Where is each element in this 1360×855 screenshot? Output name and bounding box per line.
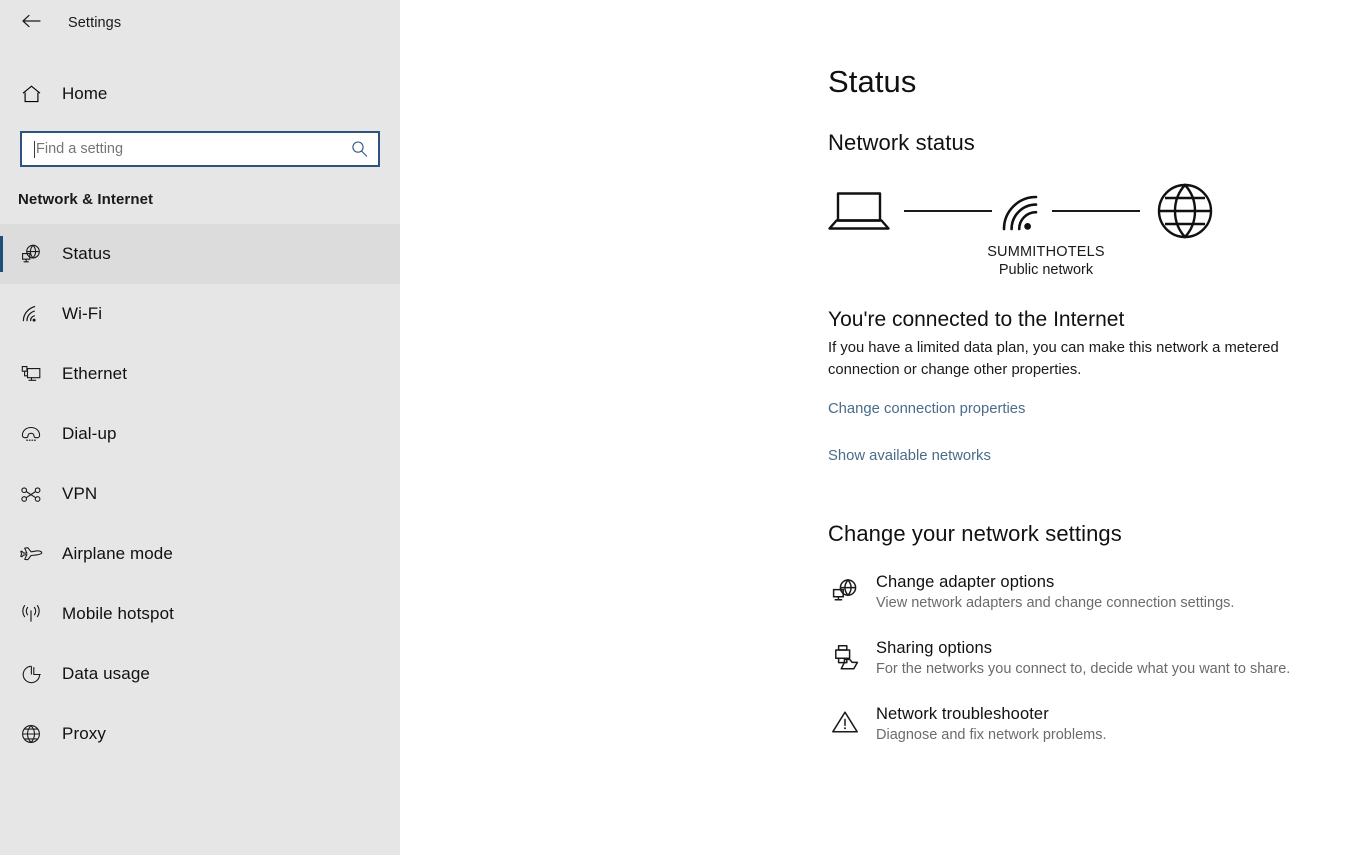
sidebar-item-label: Airplane mode: [62, 544, 173, 564]
sidebar-item-label: VPN: [62, 484, 97, 504]
home-icon: [16, 84, 46, 104]
sidebar-item-mobile-hotspot[interactable]: Mobile hotspot: [0, 584, 400, 644]
settings-window: Settings Home Find a setting: [0, 0, 1360, 855]
wifi-icon: [16, 304, 46, 324]
telephone-icon: [16, 425, 46, 443]
main-content: Status Network status: [400, 0, 1360, 855]
vpn-nodes-icon: [16, 484, 46, 504]
setting-sharing-options[interactable]: Sharing options For the networks you con…: [828, 639, 1360, 677]
change-connection-properties-link[interactable]: Change connection properties: [828, 401, 1025, 417]
sidebar-item-status[interactable]: Status: [0, 224, 400, 284]
show-available-networks-link[interactable]: Show available networks: [828, 448, 991, 464]
sidebar-item-label: Wi-Fi: [62, 304, 102, 324]
connection-line-left: [904, 210, 992, 212]
sidebar-item-label: Mobile hotspot: [62, 604, 174, 624]
globe-monitor-icon: [16, 243, 46, 265]
sidebar-item-label: Dial-up: [62, 424, 117, 444]
sidebar-item-label: Ethernet: [62, 364, 127, 384]
setting-network-troubleshooter[interactable]: Network troubleshooter Diagnose and fix …: [828, 705, 1360, 743]
laptop-icon: [828, 188, 890, 234]
connection-heading: You're connected to the Internet: [828, 308, 1360, 332]
network-status-heading: Network status: [828, 130, 1360, 156]
sidebar-item-airplane-mode[interactable]: Airplane mode: [0, 524, 400, 584]
setting-subtitle: Diagnose and fix network problems.: [876, 727, 1107, 743]
title-bar: Settings: [0, 0, 400, 46]
sidebar-nav: Status Wi-Fi: [0, 224, 400, 764]
sidebar-item-data-usage[interactable]: Data usage: [0, 644, 400, 704]
printer-folder-icon: [828, 639, 862, 671]
sidebar-item-dial-up[interactable]: Dial-up: [0, 404, 400, 464]
sidebar-item-home-label: Home: [62, 84, 107, 104]
network-diagram: SUMMITHOTELS Public network: [828, 176, 1248, 286]
app-title: Settings: [68, 15, 121, 31]
wifi-signal-icon: [998, 187, 1046, 235]
setting-title: Change adapter options: [876, 573, 1234, 592]
network-name: SUMMITHOTELS: [946, 244, 1146, 260]
sidebar-item-label: Data usage: [62, 664, 150, 684]
warning-triangle-icon: [828, 705, 862, 735]
connection-description: If you have a limited data plan, you can…: [828, 338, 1298, 382]
sidebar-item-label: Status: [62, 244, 111, 264]
globe-icon: [16, 723, 46, 745]
text-caret: [34, 141, 35, 158]
sidebar-item-proxy[interactable]: Proxy: [0, 704, 400, 764]
setting-title: Network troubleshooter: [876, 705, 1107, 724]
sidebar: Settings Home Find a setting: [0, 0, 400, 855]
search-input[interactable]: Find a setting: [20, 131, 380, 167]
hotspot-icon: [16, 604, 46, 624]
back-button[interactable]: [16, 8, 46, 38]
search-placeholder: Find a setting: [36, 141, 123, 157]
pie-chart-icon: [16, 664, 46, 685]
sidebar-item-wi-fi[interactable]: Wi-Fi: [0, 284, 400, 344]
ethernet-icon: [16, 364, 46, 384]
sidebar-item-vpn[interactable]: VPN: [0, 464, 400, 524]
setting-text: Sharing options For the networks you con…: [876, 639, 1290, 677]
setting-change-adapter-options[interactable]: Change adapter options View network adap…: [828, 573, 1360, 611]
page-title: Status: [828, 66, 1360, 97]
search-container: Find a setting: [20, 131, 380, 167]
setting-text: Change adapter options View network adap…: [876, 573, 1234, 611]
network-caption: SUMMITHOTELS Public network: [946, 244, 1146, 278]
network-type: Public network: [946, 262, 1146, 278]
connection-line-right: [1052, 210, 1140, 212]
globe-monitor-icon: [828, 573, 862, 605]
search-icon[interactable]: [351, 141, 368, 158]
airplane-icon: [16, 544, 46, 564]
globe-icon: [1154, 180, 1216, 242]
sidebar-item-home[interactable]: Home: [0, 73, 400, 115]
change-settings-heading: Change your network settings: [828, 521, 1360, 547]
back-arrow-icon: [22, 14, 41, 33]
network-settings-list: Change adapter options View network adap…: [828, 573, 1360, 743]
setting-text: Network troubleshooter Diagnose and fix …: [876, 705, 1107, 743]
setting-subtitle: View network adapters and change connect…: [876, 595, 1234, 611]
sidebar-item-ethernet[interactable]: Ethernet: [0, 344, 400, 404]
sidebar-category-label: Network & Internet: [18, 191, 400, 208]
setting-title: Sharing options: [876, 639, 1290, 658]
sidebar-item-label: Proxy: [62, 724, 106, 744]
setting-subtitle: For the networks you connect to, decide …: [876, 661, 1290, 677]
